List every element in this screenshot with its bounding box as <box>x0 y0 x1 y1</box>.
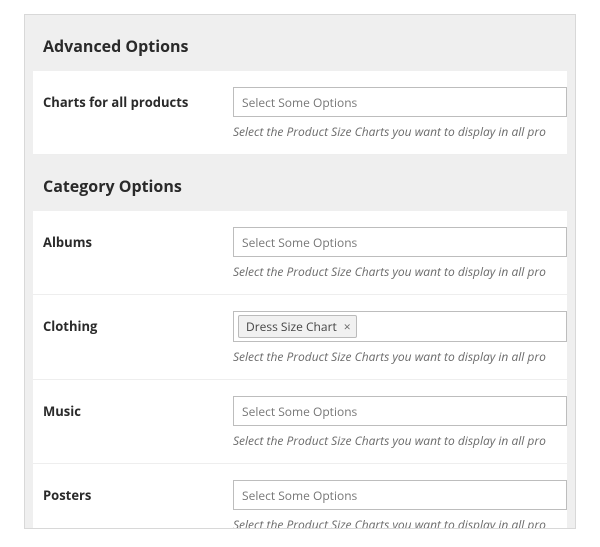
settings-panel: Advanced Options Charts for all products… <box>24 14 576 529</box>
category-options-heading: Category Options <box>25 155 575 211</box>
help-charts-all-products: Select the Product Size Charts you want … <box>233 123 567 140</box>
select-posters[interactable]: Select Some Options <box>233 480 567 510</box>
select-music[interactable]: Select Some Options <box>233 396 567 426</box>
label-clothing: Clothing <box>43 311 233 335</box>
field-music: Select Some Options Select the Product S… <box>233 396 567 449</box>
label-music: Music <box>43 396 233 420</box>
field-charts-all-products: Select Some Options Select the Product S… <box>233 87 567 140</box>
label-posters: Posters <box>43 480 233 504</box>
help-music: Select the Product Size Charts you want … <box>233 432 567 449</box>
select-albums[interactable]: Select Some Options <box>233 227 567 257</box>
select-charts-all-products[interactable]: Select Some Options <box>233 87 567 117</box>
option-row-charts-all-products: Charts for all products Select Some Opti… <box>33 71 567 155</box>
label-charts-all-products: Charts for all products <box>43 87 233 111</box>
category-options-block: Albums Select Some Options Select the Pr… <box>33 211 567 529</box>
select-clothing[interactable]: Dress Size Chart × <box>233 311 567 342</box>
option-row-clothing: Clothing Dress Size Chart × Select the P… <box>33 294 567 379</box>
tag-dress-size-chart[interactable]: Dress Size Chart × <box>238 315 357 338</box>
help-posters: Select the Product Size Charts you want … <box>233 516 567 529</box>
label-albums: Albums <box>43 227 233 251</box>
close-icon[interactable]: × <box>342 321 353 333</box>
option-row-posters: Posters Select Some Options Select the P… <box>33 463 567 529</box>
tag-label: Dress Size Chart <box>246 318 337 335</box>
field-albums: Select Some Options Select the Product S… <box>233 227 567 280</box>
advanced-options-heading: Advanced Options <box>25 15 575 71</box>
help-albums: Select the Product Size Charts you want … <box>233 263 567 280</box>
field-posters: Select Some Options Select the Product S… <box>233 480 567 529</box>
field-clothing: Dress Size Chart × Select the Product Si… <box>233 311 567 365</box>
advanced-options-block: Charts for all products Select Some Opti… <box>33 71 567 155</box>
option-row-music: Music Select Some Options Select the Pro… <box>33 379 567 463</box>
help-clothing: Select the Product Size Charts you want … <box>233 348 567 365</box>
option-row-albums: Albums Select Some Options Select the Pr… <box>33 211 567 294</box>
